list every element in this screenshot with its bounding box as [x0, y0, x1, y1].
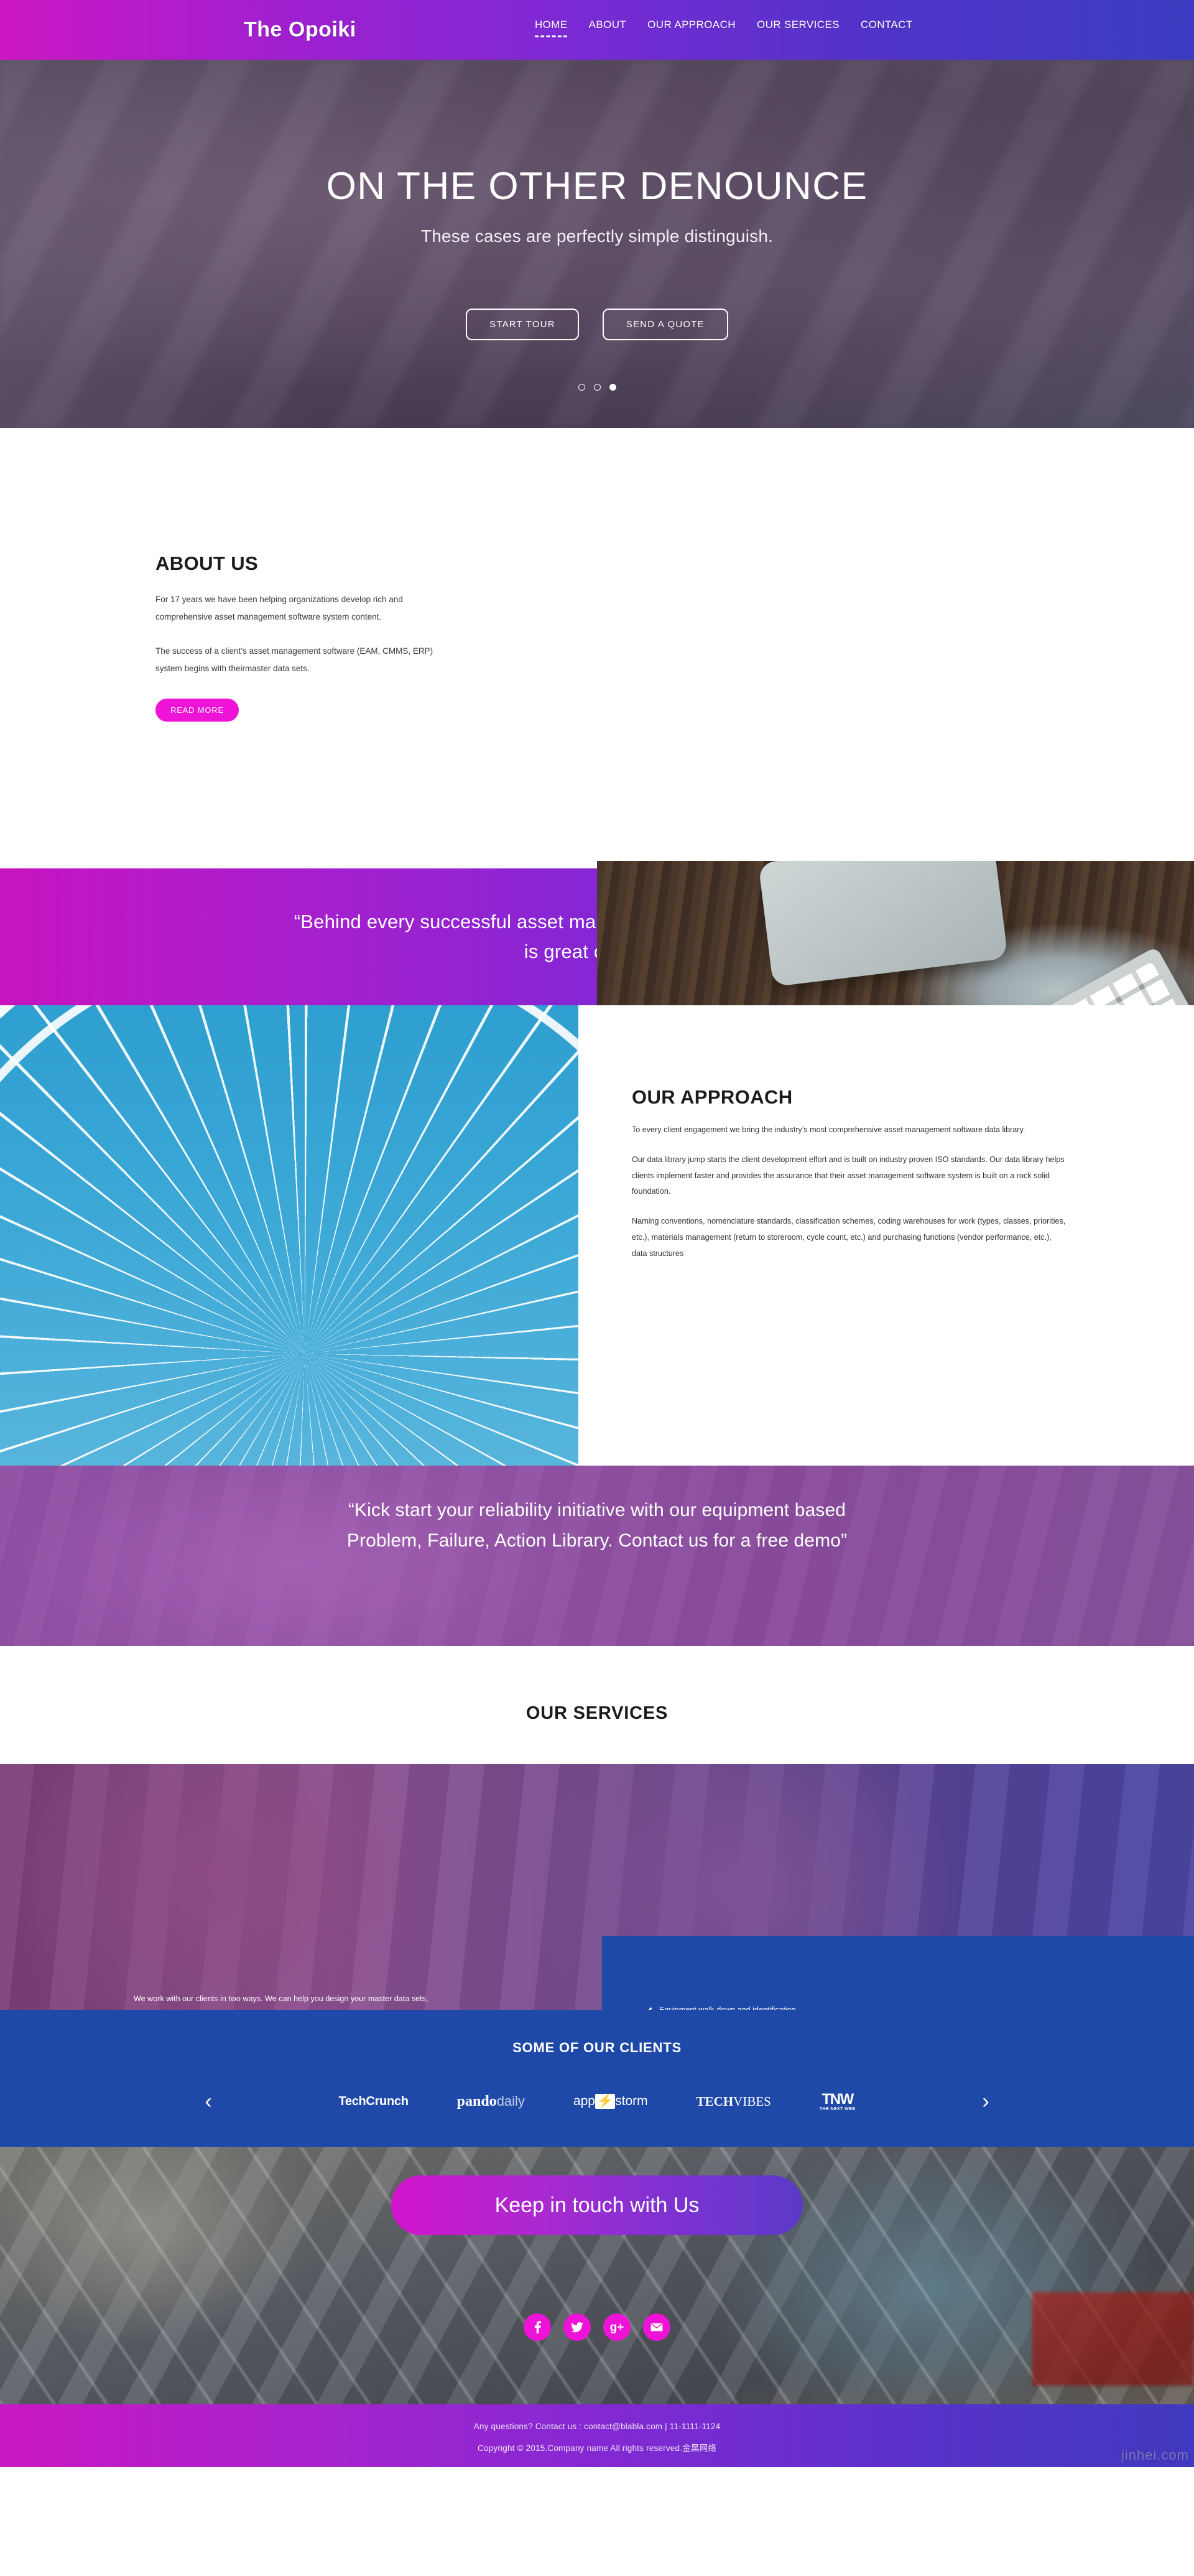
- our-services-heading-band: OUR SERVICES: [0, 1646, 1194, 1764]
- about-heading: ABOUT US: [155, 552, 259, 574]
- client-logo-list: TechCrunch pandodaily app ⚡ storm TECHVIBE…: [230, 2091, 964, 2112]
- nav-item-our-approach[interactable]: OUR APPROACH: [647, 19, 736, 39]
- app-word: app: [573, 2094, 595, 2108]
- hero-section: ON THE OTHER DENOUNCE These cases are pe…: [0, 60, 1194, 428]
- client-logo-appstorm[interactable]: app ⚡ storm: [573, 2094, 648, 2109]
- nav-item-home[interactable]: HOME: [535, 19, 568, 39]
- keep-in-touch-section: Keep in touch with Us g+: [0, 2147, 1194, 2404]
- our-services-section: We work with our clients in two ways. We…: [0, 1764, 1194, 2010]
- email-icon[interactable]: [643, 2313, 670, 2341]
- client-logo-tnw[interactable]: TNW THE NEXT WEB: [820, 2091, 856, 2112]
- nav-item-our-services[interactable]: OUR SERVICES: [757, 19, 840, 39]
- about-section: ABOUT US For 17 years we have been helpi…: [0, 428, 1194, 1299]
- photo-ferris-cabins-purple: [0, 1005, 578, 1466]
- services-checklist: Equipment walk-down and identification M…: [602, 1936, 1194, 2010]
- client-logo-techcrunch[interactable]: TechCrunch: [338, 2095, 409, 2109]
- keep-in-touch-button[interactable]: Keep in touch with Us: [391, 2175, 803, 2235]
- hero-content: ON THE OTHER DENOUNCE These cases are pe…: [0, 60, 1194, 341]
- daily-word: daily: [496, 2093, 525, 2109]
- carousel-next-arrow-icon[interactable]: ›: [964, 2091, 1007, 2112]
- approach-ferris-wheel-photo: [0, 1005, 578, 1466]
- nav-item-contact[interactable]: CONTACT: [861, 19, 913, 39]
- about-paragraph-2: The success of a client’s asset manageme…: [155, 646, 433, 674]
- photo-trackpad: [758, 861, 1008, 987]
- pando-word: pando: [456, 2093, 497, 2109]
- our-approach-section: OUR APPROACH To every client engagement …: [0, 1005, 1194, 1466]
- services-checklist-box: Equipment walk-down and identification M…: [602, 1936, 1194, 2010]
- about-text-block: ABOUT US For 17 years we have been helpi…: [155, 552, 448, 722]
- tech-word: TECH: [696, 2093, 734, 2109]
- hero-button-group: START TOUR SEND A QUOTE: [0, 309, 1194, 341]
- services-intro-block: We work with our clients in two ways. We…: [134, 1990, 445, 2010]
- tnw-word: TNW: [821, 2090, 854, 2108]
- about-paragraph-1: For 17 years we have been helping organi…: [155, 595, 403, 622]
- footer-contact-line: Any questions? Contact us : contact@blab…: [473, 2422, 721, 2431]
- brand-logo[interactable]: The Opoiki: [244, 18, 356, 42]
- check-icon: [641, 2004, 652, 2010]
- services-heading: OUR SERVICES: [525, 1703, 669, 1723]
- client-logo-techvibes[interactable]: TECHVIBES: [696, 2094, 771, 2109]
- google-plus-icon[interactable]: g+: [603, 2313, 631, 2341]
- google-plus-glyph: g+: [609, 2320, 624, 2334]
- facebook-icon[interactable]: [524, 2313, 551, 2341]
- clients-section: SOME OF OUR CLIENTS ‹ TechCrunch pandoda…: [0, 2010, 1194, 2147]
- bolt-icon: ⚡: [595, 2094, 616, 2109]
- hero-slider-dots: [0, 384, 1194, 391]
- slider-dot-1[interactable]: [578, 384, 585, 391]
- hero-title: ON THE OTHER DENOUNCE: [326, 165, 868, 208]
- services-intro-text: We work with our clients in two ways. We…: [134, 1994, 428, 2003]
- quote-two-text: “Kick start your reliability initiative …: [346, 1500, 848, 1551]
- carousel-prev-arrow-icon[interactable]: ‹: [187, 2091, 230, 2112]
- approach-heading: OUR APPROACH: [632, 1086, 793, 1108]
- watermark-text: jinhei.com: [1121, 2447, 1189, 2463]
- site-footer: Any questions? Contact us : contact@blab…: [0, 2404, 1194, 2467]
- main-navigation: HOME ABOUT OUR APPROACH OUR SERVICES CON…: [535, 19, 913, 39]
- approach-text-block: OUR APPROACH To every client engagement …: [632, 1086, 1067, 1262]
- site-header: The Opoiki HOME ABOUT OUR APPROACH OUR S…: [0, 0, 1194, 60]
- tnw-tagline: THE NEXT WEB: [819, 2106, 856, 2111]
- social-links-row: g+: [0, 2313, 1194, 2341]
- nav-item-about[interactable]: ABOUT: [589, 19, 627, 39]
- approach-paragraph-2: Our data library jump starts the client …: [632, 1155, 1065, 1196]
- quote-banner-two: “Kick start your reliability initiative …: [0, 1466, 1194, 1646]
- footer-copyright-line: Copyright © 2015.Company name All rights…: [478, 2443, 716, 2453]
- clients-heading: SOME OF OUR CLIENTS: [512, 2040, 682, 2055]
- start-tour-button[interactable]: START TOUR: [466, 309, 579, 341]
- twitter-icon[interactable]: [563, 2313, 591, 2341]
- list-item: Equipment walk-down and identification: [641, 2004, 1194, 2010]
- clients-carousel: ‹ TechCrunch pandodaily app ⚡ storm TECHVI…: [0, 2091, 1194, 2112]
- send-a-quote-button[interactable]: SEND A QUOTE: [602, 309, 728, 341]
- client-logo-pandodaily[interactable]: pandodaily: [457, 2093, 525, 2110]
- storm-word: storm: [615, 2094, 648, 2108]
- vibes-word: VIBES: [733, 2093, 771, 2109]
- slider-dot-3[interactable]: [609, 384, 616, 391]
- slider-dot-2[interactable]: [593, 384, 601, 391]
- hero-subtitle: These cases are perfectly simple disting…: [420, 226, 774, 246]
- read-more-button[interactable]: READ MORE: [155, 699, 239, 722]
- approach-paragraph-1: To every client engagement we bring the …: [632, 1125, 1025, 1134]
- approach-paragraph-3: Naming conventions, nomenclature standar…: [632, 1217, 1066, 1258]
